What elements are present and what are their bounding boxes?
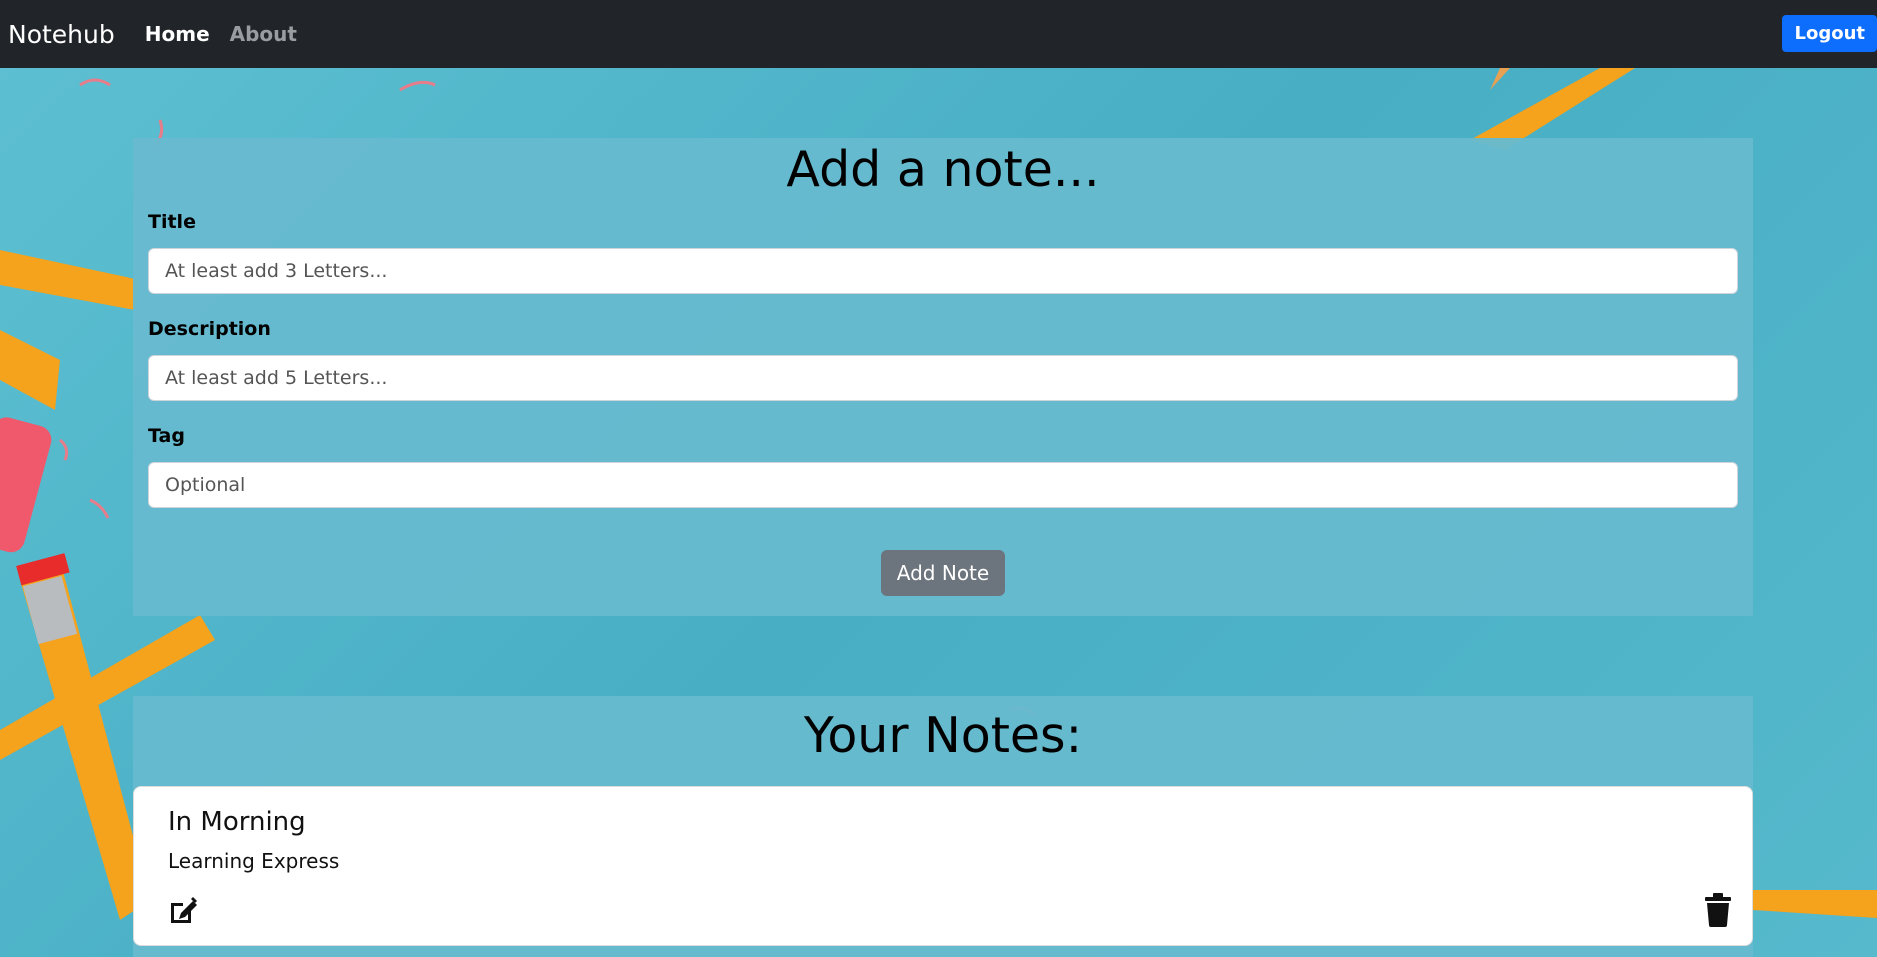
trash-icon[interactable] — [1704, 893, 1738, 927]
add-note-panel: Add a note... Title Description Tag Add … — [133, 138, 1753, 616]
tag-label: Tag — [148, 425, 185, 447]
title-label: Title — [148, 211, 196, 233]
logout-button[interactable]: Logout — [1782, 15, 1877, 52]
edit-icon[interactable] — [167, 895, 201, 929]
note-title: In Morning — [168, 807, 306, 837]
title-input[interactable] — [148, 248, 1738, 294]
nav-link-about[interactable]: About — [230, 22, 297, 46]
description-input[interactable] — [148, 355, 1738, 401]
your-notes-panel: Your Notes: In Morning Learning Express — [133, 696, 1753, 957]
add-note-heading: Add a note... — [786, 141, 1100, 198]
add-note-button[interactable]: Add Note — [881, 550, 1005, 596]
tag-input[interactable] — [148, 462, 1738, 508]
nav-link-home[interactable]: Home — [145, 22, 210, 46]
note-card: In Morning Learning Express — [133, 786, 1753, 946]
your-notes-heading: Your Notes: — [803, 707, 1083, 764]
brand-logo[interactable]: Notehub — [8, 20, 115, 49]
description-label: Description — [148, 318, 271, 340]
top-navbar: Notehub Home About Logout — [0, 0, 1877, 68]
note-description: Learning Express — [168, 849, 340, 873]
